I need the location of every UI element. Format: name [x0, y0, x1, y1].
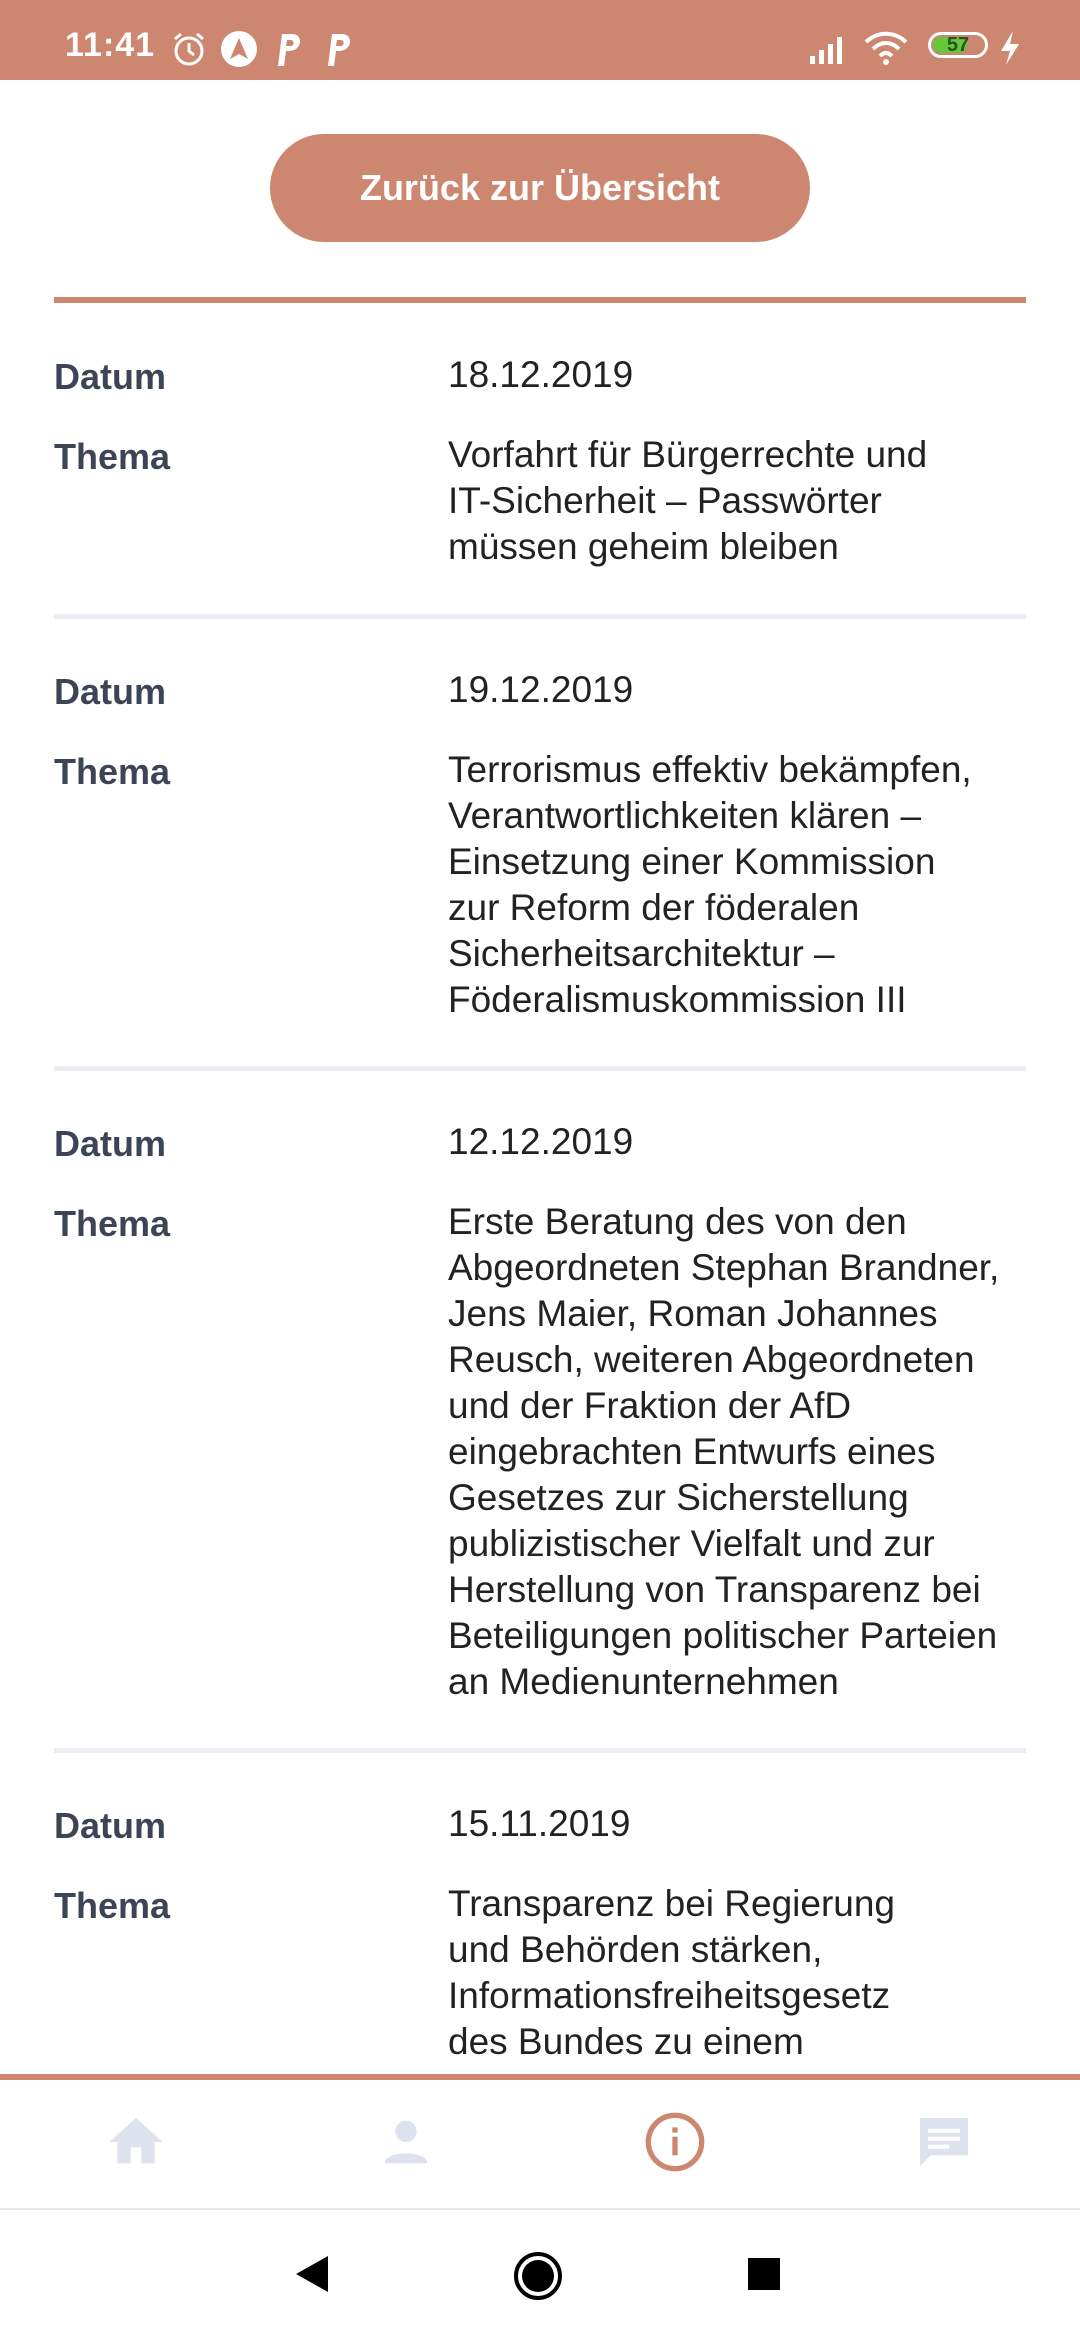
signal-icon	[810, 37, 842, 64]
home-icon[interactable]	[104, 2110, 168, 2174]
topic-line: müssen geheim bleiben	[448, 526, 839, 567]
topic-value: Erste Beratung des von den Abgeordneten …	[448, 1199, 1080, 1705]
topic-value: Transparenz bei Regierung und Behörden s…	[448, 1881, 1080, 2065]
topic-line: Einsetzung einer Kommission	[448, 841, 936, 882]
back-to-overview-button[interactable]: Zurück zur Übersicht	[270, 134, 810, 242]
topic-line: Terrorismus effektiv bekämpfen,	[448, 749, 972, 790]
topic-line: IT-Sicherheit – Passwörter	[448, 480, 882, 521]
topic-line: Sicherheitsarchitektur –	[448, 933, 835, 974]
info-icon[interactable]	[643, 2110, 707, 2174]
p-icon	[328, 34, 350, 66]
back-icon[interactable]	[292, 2252, 332, 2296]
topic-line: Jens Maier, Roman Johannes	[448, 1293, 938, 1334]
topic-label: Thema	[54, 436, 171, 477]
chat-icon[interactable]	[912, 2110, 976, 2174]
topic-line: Verantwortlichkeiten klären –	[448, 795, 922, 836]
topic-line: und Behörden stärken,	[448, 1929, 823, 1970]
row-separator	[54, 1066, 1026, 1071]
row-separator	[54, 614, 1026, 619]
topic-line: Herstellung von Transparenz bei	[448, 1569, 981, 1610]
alarm-icon	[174, 32, 204, 66]
wifi-icon	[864, 31, 908, 65]
date-value: 19.12.2019	[448, 669, 634, 710]
home-button-icon[interactable]	[512, 2250, 564, 2302]
topic-line: an Medienunternehmen	[448, 1661, 839, 1702]
date-label: Datum	[54, 1805, 167, 1846]
topic-value: Terrorismus effektiv bekämpfen, Verantwo…	[448, 747, 1080, 1023]
date-value: 18.12.2019	[448, 354, 634, 395]
topic-line: eingebrachten Entwurfs eines	[448, 1431, 936, 1472]
topic-line: Gesetzes zur Sicherstellung	[448, 1477, 909, 1518]
topic-label: Thema	[54, 751, 171, 792]
topic-line: Transparenz bei Regierung	[448, 1883, 895, 1924]
battery-percentage: 57	[946, 34, 970, 56]
topic-line: und der Fraktion der AfD	[448, 1385, 852, 1426]
row-separator	[54, 1748, 1026, 1753]
status-bar: 11:41 57	[0, 0, 1080, 80]
topic-label: Thema	[54, 1885, 171, 1926]
topic-line: Reusch, weiteren Abgeordneten	[448, 1339, 975, 1380]
topic-line: Föderalismuskommission III	[448, 979, 907, 1020]
status-time: 11:41	[65, 26, 156, 64]
nav-app-icon	[221, 31, 257, 67]
battery-indicator: 57	[928, 32, 988, 58]
topic-line: des Bundes zu einem	[448, 2021, 804, 2062]
topic-line: Erste Beratung des von den	[448, 1201, 907, 1242]
date-label: Datum	[54, 671, 167, 712]
topic-line: Beteiligungen politischer Parteien	[448, 1615, 998, 1656]
system-navigation	[0, 2210, 1080, 2340]
charging-icon	[1001, 31, 1019, 65]
topic-line: Vorfahrt für Bürgerrechte und	[448, 434, 928, 475]
person-icon[interactable]	[374, 2110, 438, 2174]
date-label: Datum	[54, 356, 167, 397]
top-divider	[54, 297, 1026, 303]
topic-value: Vorfahrt für Bürgerrechte und IT-Sicherh…	[448, 432, 1080, 570]
topic-label: Thema	[54, 1203, 171, 1244]
topic-line: Abgeordneten Stephan Brandner,	[448, 1247, 1000, 1288]
topic-line: Informationsfreiheitsgesetz	[448, 1975, 891, 2016]
topic-line: publizistischer Vielfalt und zur	[448, 1523, 935, 1564]
p-icon	[278, 34, 300, 66]
recents-icon[interactable]	[746, 2256, 782, 2292]
date-label: Datum	[54, 1123, 167, 1164]
topic-line: zur Reform der föderalen	[448, 887, 860, 928]
date-value: 12.12.2019	[448, 1121, 634, 1162]
date-value: 15.11.2019	[448, 1803, 631, 1844]
